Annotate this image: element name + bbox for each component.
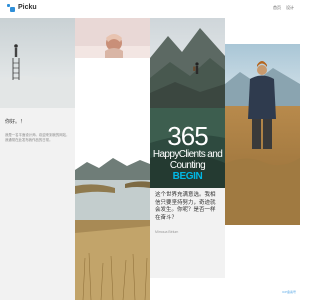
photo-mountain-hiker[interactable]: [150, 18, 225, 108]
counter-caption-3: BEGIN: [172, 171, 203, 182]
nav-item-design[interactable]: 设计: [286, 5, 294, 11]
blank-tile-top: [225, 18, 300, 44]
photo-portrait[interactable]: [75, 18, 150, 58]
site-header: Picku 首页 设计: [0, 0, 300, 18]
blank-tile-right: [225, 225, 300, 300]
nav-item-home[interactable]: 首页: [273, 5, 281, 11]
photo-lake[interactable]: [75, 108, 150, 300]
quote-panel: 这个世界充满意选。我相信只要坚持努力，奇迹就会发生。你呢？是否一样在奋斗？ Mi…: [150, 188, 225, 278]
quote-author: Mimoua Bélum: [155, 230, 179, 234]
brand-name: Picku: [18, 4, 37, 11]
photo-ladder[interactable]: [0, 18, 75, 108]
intro-title: 你好。！: [5, 119, 26, 125]
clients-counter: 365 HappyClients and Counting BEGIN: [150, 108, 225, 188]
photo-man-field[interactable]: [225, 44, 300, 225]
blank-tile: [75, 58, 150, 108]
logo-icon: [7, 4, 15, 12]
intro-panel: 你好。！ 我是一名平面设计师。欢迎来到我的网站，我通常在此发布我作品的日常。: [0, 108, 75, 228]
counter-caption-1: HappyClients and: [152, 149, 223, 160]
main-nav: 首页 设计: [273, 5, 294, 11]
quote-text: 这个世界充满意选。我相信只要坚持努力，奇迹就会发生。你呢？是否一样在奋斗？: [155, 192, 216, 221]
counter-number: 365: [167, 121, 208, 151]
blank-tile-bottom: [0, 228, 75, 300]
icp-link[interactable]: ICP备案号: [282, 290, 296, 294]
intro-text: 我是一名平面设计师。欢迎来到我的网站，我通常在此发布我作品的日常。: [5, 133, 70, 142]
counter-caption-2: Counting: [169, 160, 206, 171]
logo[interactable]: Picku: [7, 4, 37, 12]
